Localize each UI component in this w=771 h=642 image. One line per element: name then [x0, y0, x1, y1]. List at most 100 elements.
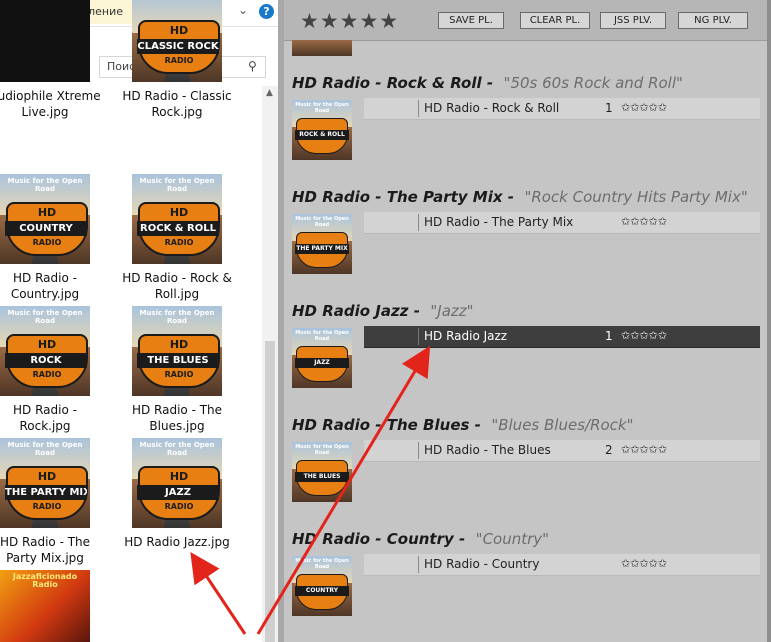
pane-gutter: [278, 0, 284, 642]
file-thumbnail[interactable]: Music for the Open Road HD ROCK RADIO: [0, 306, 90, 396]
cover-art-partial: [292, 40, 352, 56]
track-title: HD Radio Jazz: [424, 329, 508, 343]
file-name-label[interactable]: HD Radio - Rock & Roll.jpg: [118, 270, 236, 302]
playlist-track-row[interactable]: HD Radio - The Party Mix ✩✩✩✩✩: [364, 212, 760, 234]
file-name-label[interactable]: HD Radio - The Blues.jpg: [118, 402, 236, 434]
station-cover-art[interactable]: Music for the Open Road COUNTRY: [292, 556, 352, 616]
file-thumbnail[interactable]: Jazzaficionado Radio: [0, 570, 90, 642]
file-explorer: Управление ⌄ ? os ▾ ↻ Поиск: Radio Logos…: [0, 0, 278, 642]
station-header: HD Radio - The Party Mix - "Rock Country…: [292, 188, 748, 206]
station-name: HD Radio - Rock & Roll -: [292, 74, 494, 92]
file-thumbnail[interactable]: [0, 0, 90, 82]
hd-radio-logo: HD CLASSIC ROCK RADIO: [137, 20, 220, 74]
file-name-label[interactable]: HD Radio - Country.jpg: [0, 270, 104, 302]
hd-radio-logo: COUNTRY: [295, 574, 349, 610]
cover-band: COUNTRY: [295, 586, 349, 596]
track-rating[interactable]: ✩✩✩✩✩: [621, 557, 667, 570]
file-thumbnail[interactable]: Music for the Open Road HD THE PARTY MIX RA…: [0, 438, 90, 528]
hd-radio-logo: ROCK & ROLL: [295, 118, 349, 154]
hd-radio-logo: HD ROCK RADIO: [5, 334, 88, 388]
playlist-track-row[interactable]: HD Radio - Country ✩✩✩✩✩: [364, 554, 760, 576]
file-thumbnail[interactable]: Music for the Open Road HD ROCK & ROLL RADI…: [132, 174, 222, 264]
ng-playlist-button[interactable]: NG PLV.: [678, 12, 748, 29]
station-description: "Rock Country Hits Party Mix": [524, 188, 748, 206]
hd-radio-logo: HD JAZZ RADIO: [137, 466, 220, 520]
vertical-scrollbar[interactable]: ▲: [262, 86, 278, 642]
station-description: "Blues Blues/Rock": [491, 416, 634, 434]
logo-band: THE BLUES: [137, 353, 219, 368]
file-thumbnail[interactable]: Music for the Open Road HD JAZZ RADIO: [132, 438, 222, 528]
file-name-label[interactable]: HD Radio - The Party Mix.jpg: [0, 534, 104, 566]
hd-radio-logo: HD THE BLUES RADIO: [137, 334, 220, 388]
playlist-pane: ★★★★★ SAVE PL. CLEAR PL. JSS PLV. NG PLV…: [278, 0, 771, 642]
logo-band: COUNTRY: [5, 221, 87, 236]
cover-band: JAZZ: [295, 358, 349, 368]
station-cover-art[interactable]: Music for the Open Road JAZZ: [292, 328, 352, 388]
save-playlist-button[interactable]: SAVE PL.: [438, 12, 504, 29]
track-number: 1: [605, 329, 613, 343]
station-description: "Jazz": [430, 302, 474, 320]
track-rating[interactable]: ✩✩✩✩✩: [621, 443, 667, 456]
logo-band: ROCK & ROLL: [137, 221, 219, 236]
hd-radio-logo: HD THE PARTY MIX RADIO: [5, 466, 88, 520]
thumbnail-tagline: Music for the Open Road: [7, 309, 83, 325]
track-number: 2: [605, 443, 613, 457]
search-icon: ⚲: [248, 59, 257, 73]
station-name: HD Radio - The Party Mix -: [292, 188, 514, 206]
rating-stars[interactable]: ★★★★★: [300, 9, 399, 33]
station-header: HD Radio Jazz - "Jazz": [292, 302, 474, 320]
track-rating[interactable]: ✩✩✩✩✩: [621, 329, 667, 342]
thumbnail-tagline: Music for the Open Road: [7, 441, 83, 457]
station-header: HD Radio - The Blues - "Blues Blues/Rock…: [292, 416, 634, 434]
cover-tagline: Music for the Open Road: [295, 330, 349, 342]
file-thumbnail[interactable]: Music for the Open Road HD COUNTRY RADIO: [0, 174, 90, 264]
station-header: HD Radio - Rock & Roll - "50s 60s Rock a…: [292, 74, 683, 92]
station-name: HD Radio Jazz -: [292, 302, 420, 320]
clear-playlist-button[interactable]: CLEAR PL.: [520, 12, 590, 29]
scrollbar-thumb[interactable]: [265, 341, 275, 642]
cover-band: THE BLUES: [295, 472, 349, 482]
track-title: HD Radio - The Party Mix: [424, 215, 574, 229]
playlist-toolbar: ★★★★★ SAVE PL. CLEAR PL. JSS PLV. NG PLV…: [284, 0, 767, 41]
station-cover-art[interactable]: Music for the Open Road ROCK & ROLL: [292, 100, 352, 160]
station-description: "Country": [475, 530, 550, 548]
file-thumbnail[interactable]: Music for the Open Road HD THE BLUES RADIO: [132, 306, 222, 396]
cover-tagline: Music for the Open Road: [295, 216, 349, 228]
cover-tagline: Music for the Open Road: [295, 102, 349, 114]
station-cover-art[interactable]: Music for the Open Road THE PARTY MIX: [292, 214, 352, 274]
track-number: 1: [605, 101, 613, 115]
file-thumbnail[interactable]: HD CLASSIC ROCK RADIO: [132, 0, 222, 82]
hd-radio-logo: JAZZ: [295, 346, 349, 382]
thumbnail-tagline: Jazzaficionado Radio: [12, 572, 78, 589]
playlist-track-row[interactable]: HD Radio - Rock & Roll 1 ✩✩✩✩✩: [364, 98, 760, 120]
track-rating[interactable]: ✩✩✩✩✩: [621, 101, 667, 114]
track-rating[interactable]: ✩✩✩✩✩: [621, 215, 667, 228]
track-title: HD Radio - Rock & Roll: [424, 101, 560, 115]
playlist-track-row[interactable]: HD Radio - The Blues 2 ✩✩✩✩✩: [364, 440, 760, 462]
chevron-down-icon[interactable]: ⌄: [238, 3, 248, 17]
cover-tagline: Music for the Open Road: [295, 444, 349, 456]
track-title: HD Radio - Country: [424, 557, 540, 571]
file-name-label[interactable]: HD Radio - Rock.jpg: [0, 402, 104, 434]
station-name: HD Radio - The Blues -: [292, 416, 481, 434]
track-title: HD Radio - The Blues: [424, 443, 551, 457]
pane-right-edge: [767, 0, 771, 642]
cover-band: ROCK & ROLL: [295, 130, 349, 140]
thumbnail-tagline: Music for the Open Road: [139, 441, 215, 457]
jss-playlist-button[interactable]: JSS PLV.: [600, 12, 666, 29]
station-name: HD Radio - Country -: [292, 530, 466, 548]
hd-radio-logo: HD COUNTRY RADIO: [5, 202, 88, 256]
thumbnail-tagline: Music for the Open Road: [139, 177, 215, 193]
help-icon[interactable]: ?: [259, 4, 274, 19]
playlist-track-row[interactable]: HD Radio Jazz 1 ✩✩✩✩✩: [364, 326, 760, 348]
logo-band: ROCK: [5, 353, 87, 368]
station-cover-art[interactable]: Music for the Open Road THE BLUES: [292, 442, 352, 502]
scroll-up-icon[interactable]: ▲: [266, 88, 273, 98]
thumbnail-tagline: Music for the Open Road: [139, 309, 215, 325]
file-name-label[interactable]: HD Radio - Classic Rock.jpg: [118, 88, 236, 120]
cover-band: THE PARTY MIX: [295, 244, 349, 254]
thumbnail-tagline: Music for the Open Road: [7, 177, 83, 193]
file-name-label[interactable]: Audiophile Xtreme Live.jpg: [0, 88, 104, 120]
file-name-label[interactable]: HD Radio Jazz.jpg: [118, 534, 236, 550]
logo-band: CLASSIC ROCK: [137, 39, 219, 54]
